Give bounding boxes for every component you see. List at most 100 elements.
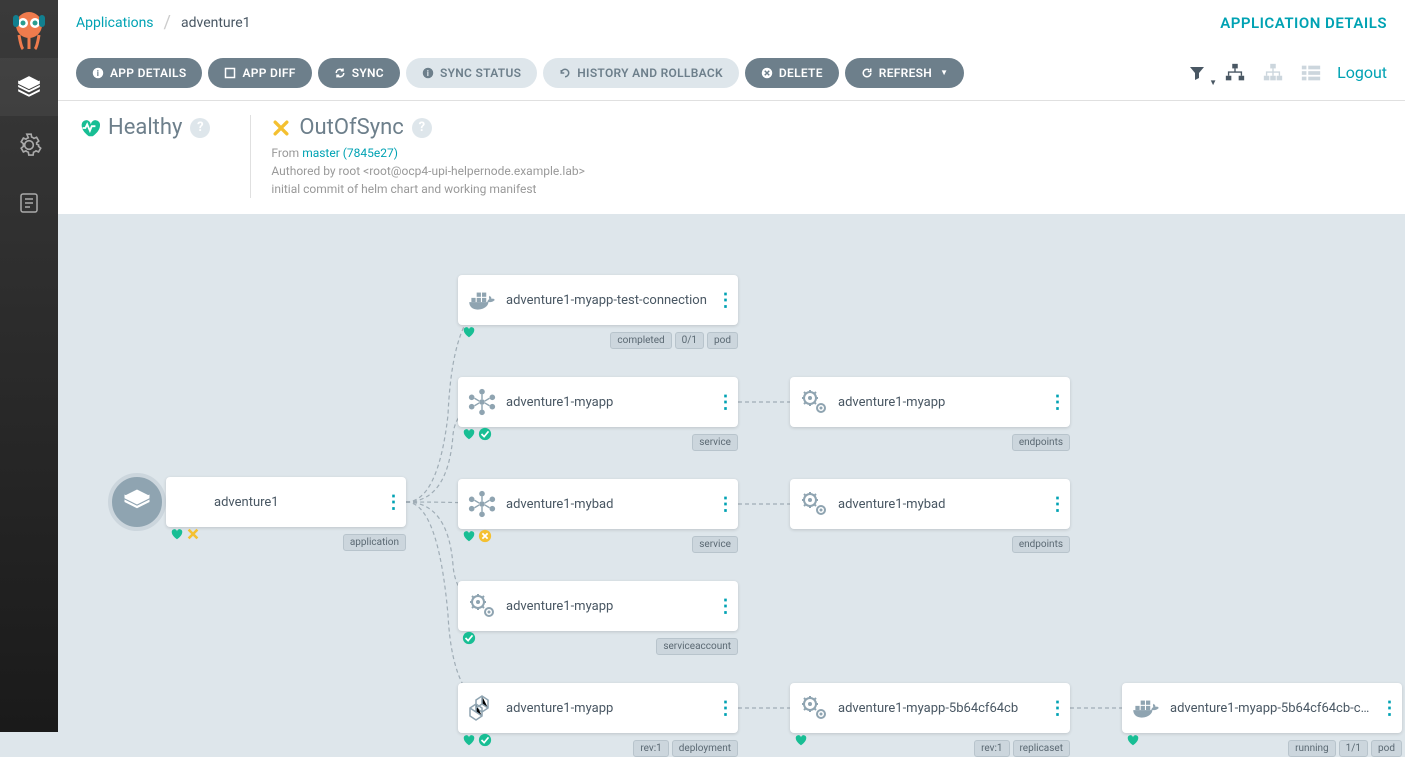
health-badge-icon: [794, 733, 808, 747]
sync-meta: From master (7845e27) Authored by root <…: [271, 144, 584, 198]
node-title: adventure1-myapp-5b64cf64cb: [838, 701, 1044, 716]
refresh-button[interactable]: REFRESH▼: [845, 58, 965, 88]
docker-icon: [1122, 684, 1170, 732]
main-content: Applications / adventure1 APPLICATION DE…: [58, 0, 1405, 732]
health-badge-icon: [1126, 733, 1140, 747]
status-bar: Healthy ? OutOfSync ? From master (7845e…: [58, 101, 1405, 215]
node-title: adventure1-myapp-test-connection: [506, 293, 712, 308]
node-title: adventure1-myapp: [506, 395, 712, 410]
health-badge-icon: [462, 325, 476, 339]
node-title: adventure1-myapp-5b64cf64cb-c5...: [1170, 701, 1376, 716]
synced-badge-icon: [478, 733, 492, 747]
node-menu-icon[interactable]: ⋮: [712, 698, 738, 719]
health-badge-icon: [170, 527, 184, 541]
tag: 0/1: [675, 332, 704, 349]
health-badge-icon: [462, 529, 476, 543]
breadcrumb-separator: /: [164, 12, 171, 33]
help-icon[interactable]: ?: [190, 118, 210, 138]
tag: pod: [1371, 740, 1402, 757]
gears-icon: [790, 480, 838, 528]
resource-tree[interactable]: adventure1 ⋮ application adventure1-myap…: [58, 215, 1405, 752]
delete-button[interactable]: DELETE: [745, 58, 839, 88]
sync-status-block: OutOfSync ? From master (7845e27) Author…: [250, 115, 624, 198]
service-icon: [458, 378, 506, 426]
node-menu-icon[interactable]: ⋮: [1044, 494, 1070, 515]
tag: endpoints: [1012, 536, 1070, 553]
node-title: adventure1-mybad: [506, 497, 712, 512]
node-title: adventure1-myapp: [838, 395, 1044, 410]
tree-view-icon[interactable]: [1223, 61, 1247, 85]
nav-settings-icon[interactable]: [0, 116, 58, 174]
out-of-sync-icon: [271, 118, 291, 138]
breadcrumb-root[interactable]: Applications: [76, 15, 154, 31]
history-rollback-button[interactable]: HISTORY AND ROLLBACK: [543, 58, 739, 88]
node-menu-icon[interactable]: ⋮: [1044, 392, 1070, 413]
network-view-icon[interactable]: [1261, 61, 1285, 85]
node-menu-icon[interactable]: ⋮: [1376, 698, 1402, 719]
gears-icon: [790, 684, 838, 732]
node-serviceaccount[interactable]: adventure1-myapp ⋮ serviceaccount: [458, 581, 738, 631]
sync-badge-icon: [186, 527, 200, 541]
health-badge-icon: [462, 427, 476, 441]
node-menu-icon[interactable]: ⋮: [712, 290, 738, 311]
tag: endpoints: [1012, 434, 1070, 451]
nav-applications-icon[interactable]: [0, 58, 58, 116]
node-menu-icon[interactable]: ⋮: [712, 596, 738, 617]
node-title: adventure1-myapp: [506, 599, 712, 614]
commit-author: Authored by root <root@ocp4-upi-helperno…: [271, 164, 584, 178]
gears-icon: [458, 582, 506, 630]
breadcrumb: Applications / adventure1 APPLICATION DE…: [58, 0, 1405, 45]
app-details-button[interactable]: iAPP DETAILS: [76, 58, 202, 88]
tag: replicaset: [1013, 740, 1071, 757]
tag: completed: [610, 332, 671, 349]
toolbar: iAPP DETAILS APP DIFF SYNC iSYNC STATUS …: [58, 45, 1405, 101]
revision-link[interactable]: master (7845e27): [302, 146, 398, 160]
gears-icon: [790, 378, 838, 426]
out-of-sync-badge-icon: [478, 529, 492, 543]
sync-status-button[interactable]: iSYNC STATUS: [406, 58, 537, 88]
filter-icon[interactable]: [1185, 61, 1209, 85]
tag: service: [692, 536, 738, 553]
argo-logo: [0, 0, 58, 58]
node-deployment[interactable]: adventure1-myapp ⋮ rev:1deployment: [458, 683, 738, 733]
nav-docs-icon[interactable]: [0, 174, 58, 232]
health-label: Healthy: [108, 115, 182, 140]
sync-status-label: OutOfSync: [299, 115, 403, 140]
node-application[interactable]: adventure1 ⋮ application: [166, 477, 406, 527]
node-pod-test[interactable]: adventure1-myapp-test-connection ⋮ compl…: [458, 275, 738, 325]
breadcrumb-current: adventure1: [181, 15, 251, 31]
list-view-icon[interactable]: [1299, 61, 1323, 85]
sync-button[interactable]: SYNC: [318, 58, 400, 88]
node-menu-icon[interactable]: ⋮: [1044, 698, 1070, 719]
health-badge-icon: [462, 733, 476, 747]
help-icon[interactable]: ?: [412, 118, 432, 138]
health-status: Healthy ?: [78, 115, 250, 198]
tag: deployment: [672, 740, 738, 757]
node-endpoints[interactable]: adventure1-myapp ⋮ endpoints: [790, 377, 1070, 427]
tag: rev:1: [633, 740, 668, 757]
node-menu-icon[interactable]: ⋮: [712, 494, 738, 515]
tag: 1/1: [1339, 740, 1368, 757]
app-diff-button[interactable]: APP DIFF: [208, 58, 311, 88]
service-icon: [458, 480, 506, 528]
node-kind-tag: application: [343, 534, 406, 551]
tag: service: [692, 434, 738, 451]
tag: running: [1288, 740, 1336, 757]
svg-text:i: i: [97, 69, 99, 79]
node-replicaset[interactable]: adventure1-myapp-5b64cf64cb ⋮ rev:1repli…: [790, 683, 1070, 733]
logout-link[interactable]: Logout: [1337, 63, 1387, 82]
node-service[interactable]: adventure1-myapp ⋮ service: [458, 377, 738, 427]
node-service-bad[interactable]: adventure1-mybad ⋮ service: [458, 479, 738, 529]
heart-icon: [78, 117, 100, 139]
commit-message: initial commit of helm chart and working…: [271, 182, 536, 196]
sidebar: [0, 0, 58, 732]
application-details-link[interactable]: APPLICATION DETAILS: [1220, 14, 1387, 32]
node-endpoints-bad[interactable]: adventure1-mybad ⋮ endpoints: [790, 479, 1070, 529]
deployment-icon: [458, 684, 506, 732]
tag: serviceaccount: [656, 638, 738, 655]
node-menu-icon[interactable]: ⋮: [712, 392, 738, 413]
node-pod[interactable]: adventure1-myapp-5b64cf64cb-c5... ⋮ runn…: [1122, 683, 1402, 733]
node-title: adventure1-mybad: [838, 497, 1044, 512]
node-menu-icon[interactable]: ⋮: [380, 492, 406, 513]
node-title: adventure1: [214, 495, 380, 510]
